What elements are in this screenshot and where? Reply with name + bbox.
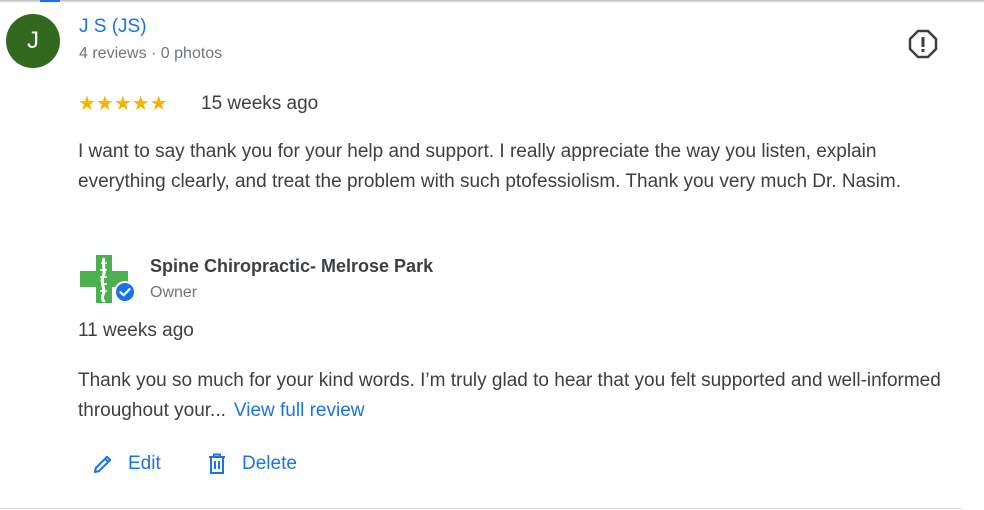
trash-icon xyxy=(209,453,225,474)
reviewer-avatar[interactable]: J xyxy=(6,14,60,68)
bottom-divider xyxy=(0,508,962,509)
owner-logo xyxy=(80,255,138,305)
verified-badge-icon xyxy=(114,281,136,303)
reply-time: 11 weeks ago xyxy=(78,320,194,341)
owner-reply-text: Thank you so much for your kind words. I… xyxy=(78,366,958,426)
review-text: I want to say thank you for your help an… xyxy=(78,141,901,192)
pencil-icon xyxy=(94,455,112,473)
delete-label: Delete xyxy=(242,453,297,474)
view-full-review-link[interactable]: View full review xyxy=(234,400,365,421)
star-rating: ★★★★★ xyxy=(78,93,168,115)
delete-button[interactable]: Delete xyxy=(206,450,297,478)
owner-business-name: Spine Chiropractic- Melrose Park xyxy=(150,256,434,276)
edit-button[interactable]: Edit xyxy=(92,450,161,478)
review-time: 15 weeks ago xyxy=(201,93,319,114)
owner-role: Owner xyxy=(150,284,198,301)
avatar-initial: J xyxy=(27,27,39,54)
reply-text-body: Thank you so much for your kind words. I… xyxy=(78,370,941,421)
edit-label: Edit xyxy=(128,453,161,474)
reviewer-name-link[interactable]: J S (JS) xyxy=(79,16,147,38)
reviewer-meta: 4 reviews · 0 photos xyxy=(79,45,223,62)
review-card: J J S (JS) 4 reviews · 0 photos ★★★★★ 15… xyxy=(0,0,984,510)
report-flag-icon[interactable] xyxy=(908,29,938,59)
